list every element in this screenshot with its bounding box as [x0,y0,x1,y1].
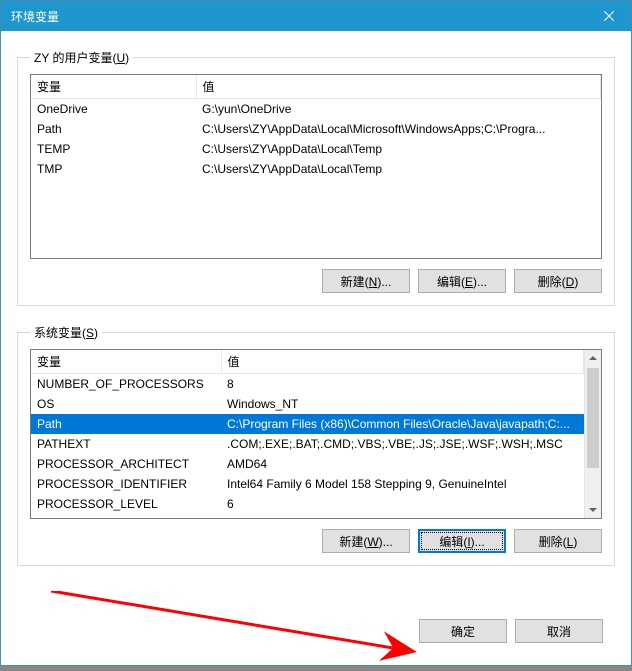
sys-col-value[interactable]: 值 [221,350,584,374]
var-name: OS [31,394,221,414]
var-value: C:\Users\ZY\AppData\Local\Temp [196,159,601,179]
close-icon [604,11,614,21]
table-row[interactable]: PROCESSOR_LEVEL6 [31,494,584,514]
system-new-button[interactable]: 新建(W)... [322,529,410,553]
system-vars-group: 系统变量(S) 变量 值 NUMBER_OF_PROCESSORS8OSWind… [17,324,615,566]
var-name: OneDrive [31,99,196,120]
var-name: TEMP [31,139,196,159]
env-vars-dialog: 环境变量 ZY 的用户变量(U) 变量 值 OneDriveG:\yun\One… [0,0,632,666]
var-name: PROCESSOR_LEVEL [31,494,221,514]
user-new-button[interactable]: 新建(N)... [322,269,410,293]
var-name: PATHEXT [31,434,221,454]
user-vars-table-container: 变量 值 OneDriveG:\yun\OneDrivePathC:\Users… [30,74,602,259]
table-row[interactable]: PROCESSOR_ARCHITECTAMD64 [31,454,584,474]
dialog-button-row: 确定 取消 [407,619,615,643]
user-vars-table[interactable]: 变量 值 OneDriveG:\yun\OneDrivePathC:\Users… [31,75,601,179]
table-row[interactable]: NUMBER_OF_PROCESSORS8 [31,374,584,395]
system-button-row: 新建(W)... 编辑(I)... 删除(L) [30,529,602,553]
table-row[interactable]: TMPC:\Users\ZY\AppData\Local\Temp [31,159,601,179]
var-value: G:\yun\OneDrive [196,99,601,120]
system-vars-table[interactable]: 变量 值 NUMBER_OF_PROCESSORS8OSWindows_NTPa… [31,350,584,514]
var-name: Path [31,119,196,139]
sys-scrollbar[interactable] [584,350,601,518]
scroll-thumb[interactable] [587,368,599,468]
user-edit-button[interactable]: 编辑(E)... [418,269,506,293]
system-vars-table-container: 变量 值 NUMBER_OF_PROCESSORS8OSWindows_NTPa… [30,349,602,519]
system-edit-button[interactable]: 编辑(I)... [418,529,506,553]
content-area: ZY 的用户变量(U) 变量 值 OneDriveG:\yun\OneDrive… [1,31,631,665]
system-vars-legend: 系统变量(S) [30,324,102,341]
table-row[interactable]: TEMPC:\Users\ZY\AppData\Local\Temp [31,139,601,159]
table-row[interactable]: PathC:\Program Files (x86)\Common Files\… [31,414,584,434]
user-vars-legend: ZY 的用户变量(U) [30,49,133,66]
scroll-down-icon[interactable] [585,502,601,518]
titlebar: 环境变量 [1,1,631,31]
sys-col-variable[interactable]: 变量 [31,350,221,374]
var-value: C:\Users\ZY\AppData\Local\Microsoft\Wind… [196,119,601,139]
annotation-arrow [51,591,451,671]
table-row[interactable]: OneDriveG:\yun\OneDrive [31,99,601,120]
cancel-button[interactable]: 取消 [515,619,603,643]
var-value: .COM;.EXE;.BAT;.CMD;.VBS;.VBE;.JS;.JSE;.… [221,434,584,454]
var-name: PROCESSOR_IDENTIFIER [31,474,221,494]
user-vars-group: ZY 的用户变量(U) 变量 值 OneDriveG:\yun\OneDrive… [17,49,615,306]
table-row[interactable]: PathC:\Users\ZY\AppData\Local\Microsoft\… [31,119,601,139]
close-button[interactable] [586,1,631,31]
system-delete-button[interactable]: 删除(L) [514,529,602,553]
user-delete-button[interactable]: 删除(D) [514,269,602,293]
window-title: 环境变量 [11,8,59,25]
var-value: C:\Users\ZY\AppData\Local\Temp [196,139,601,159]
user-col-value[interactable]: 值 [196,75,601,99]
var-value: Windows_NT [221,394,584,414]
scroll-up-icon[interactable] [585,350,601,366]
user-button-row: 新建(N)... 编辑(E)... 删除(D) [30,269,602,293]
table-row[interactable]: PROCESSOR_IDENTIFIERIntel64 Family 6 Mod… [31,474,584,494]
var-name: NUMBER_OF_PROCESSORS [31,374,221,395]
ok-button[interactable]: 确定 [419,619,507,643]
var-name: PROCESSOR_ARCHITECT [31,454,221,474]
var-value: 8 [221,374,584,395]
var-name: TMP [31,159,196,179]
table-row[interactable]: OSWindows_NT [31,394,584,414]
var-value: C:\Program Files (x86)\Common Files\Orac… [221,414,584,434]
user-col-variable[interactable]: 变量 [31,75,196,99]
var-name: Path [31,414,221,434]
table-row[interactable]: PATHEXT.COM;.EXE;.BAT;.CMD;.VBS;.VBE;.JS… [31,434,584,454]
var-value: 6 [221,494,584,514]
var-value: AMD64 [221,454,584,474]
var-value: Intel64 Family 6 Model 158 Stepping 9, G… [221,474,584,494]
